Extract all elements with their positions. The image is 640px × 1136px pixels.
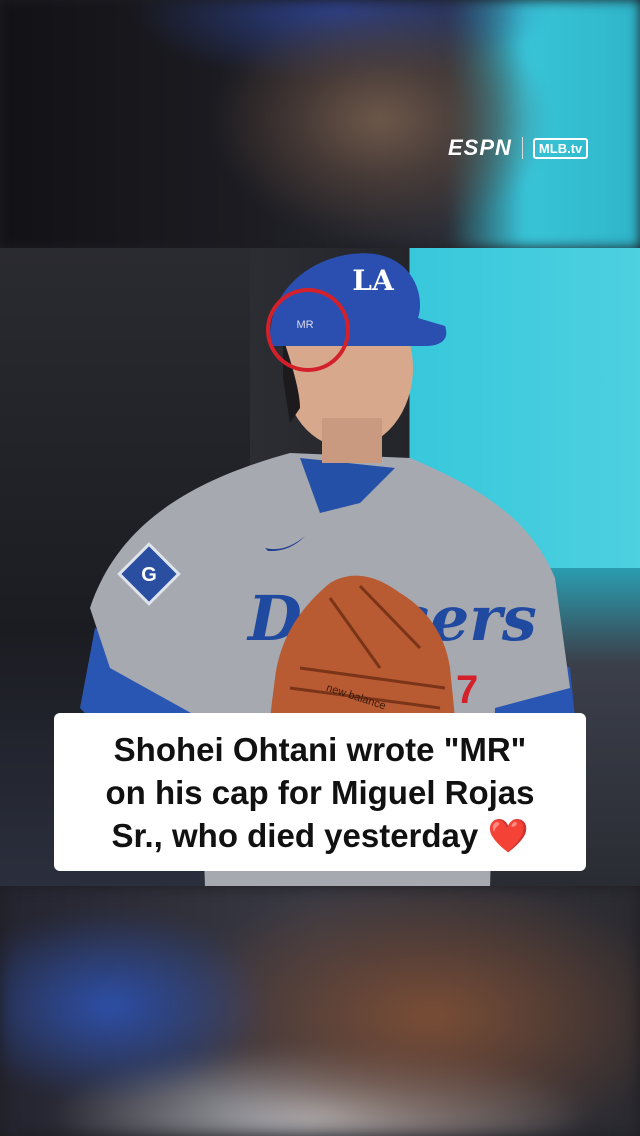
heart-emoji: ❤️ [487, 816, 529, 854]
caption-card: Shohei Ohtani wrote "MR" on his cap for … [54, 713, 586, 871]
caption-line-1: Shohei Ohtani wrote "MR" [113, 730, 527, 768]
caption-line-3-text: Sr., who died yesterday [111, 816, 479, 854]
blurred-background-bottom [0, 886, 640, 1136]
video-frame: ESPN MLB.tv G Dodgers 7 [0, 0, 640, 1136]
jersey-number: 7 [456, 668, 478, 712]
caption-line-2: on his cap for Miguel Rojas [105, 773, 535, 811]
caption-line-3: Sr., who died yesterday ❤️ [111, 814, 528, 857]
blurred-background-top [0, 0, 640, 248]
logo-divider [521, 137, 523, 159]
broadcast-logos: ESPN MLB.tv [448, 134, 589, 162]
player-neck [322, 418, 382, 463]
espn-logo: ESPN [448, 135, 512, 160]
patch-letter: G [141, 564, 157, 586]
cap-logo: LA [352, 264, 395, 297]
cap-marking: MR [296, 319, 313, 331]
mlbtv-logo: MLB.tv [532, 137, 589, 159]
